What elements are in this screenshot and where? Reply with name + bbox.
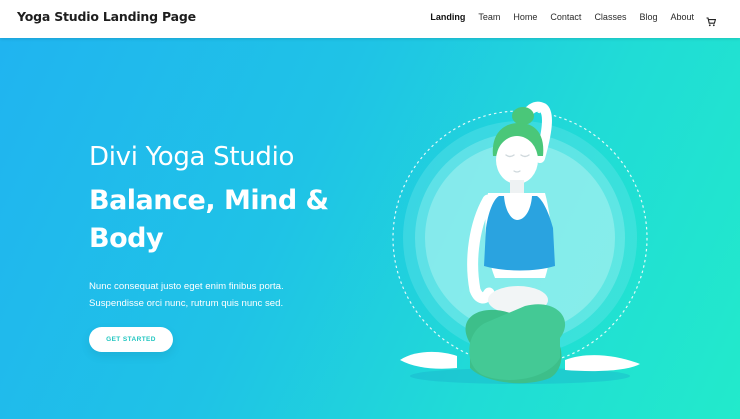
hero-description-line: Suspendisse orci nunc, rutrum quis nunc … xyxy=(89,298,284,309)
hero-section: Divi Yoga Studio Balance, Mind & Body Nu… xyxy=(0,38,740,419)
nav-item-landing[interactable]: Landing xyxy=(430,12,465,22)
get-started-button[interactable]: GET STARTED xyxy=(89,327,173,352)
nav-item-blog[interactable]: Blog xyxy=(639,12,657,22)
cart-icon[interactable] xyxy=(706,12,717,27)
nav-item-classes[interactable]: Classes xyxy=(594,12,626,22)
hero-title: Divi Yoga Studio xyxy=(89,142,295,172)
nav-item-home[interactable]: Home xyxy=(513,12,537,22)
nav-item-contact[interactable]: Contact xyxy=(550,12,581,22)
nav-item-team[interactable]: Team xyxy=(478,12,500,22)
hero-description-line: Nunc consequat justo eget enim finibus p… xyxy=(89,281,284,292)
main-nav: Landing Team Home Contact Classes Blog A… xyxy=(417,12,717,27)
nav-item-about[interactable]: About xyxy=(670,12,694,22)
site-header: Yoga Studio Landing Page Landing Team Ho… xyxy=(0,0,740,38)
hero-description: Nunc consequat justo eget enim finibus p… xyxy=(89,278,349,312)
hero-headline: Balance, Mind & Body xyxy=(89,185,329,254)
site-title[interactable]: Yoga Studio Landing Page xyxy=(17,9,196,24)
yoga-woman-illustration xyxy=(385,38,665,419)
